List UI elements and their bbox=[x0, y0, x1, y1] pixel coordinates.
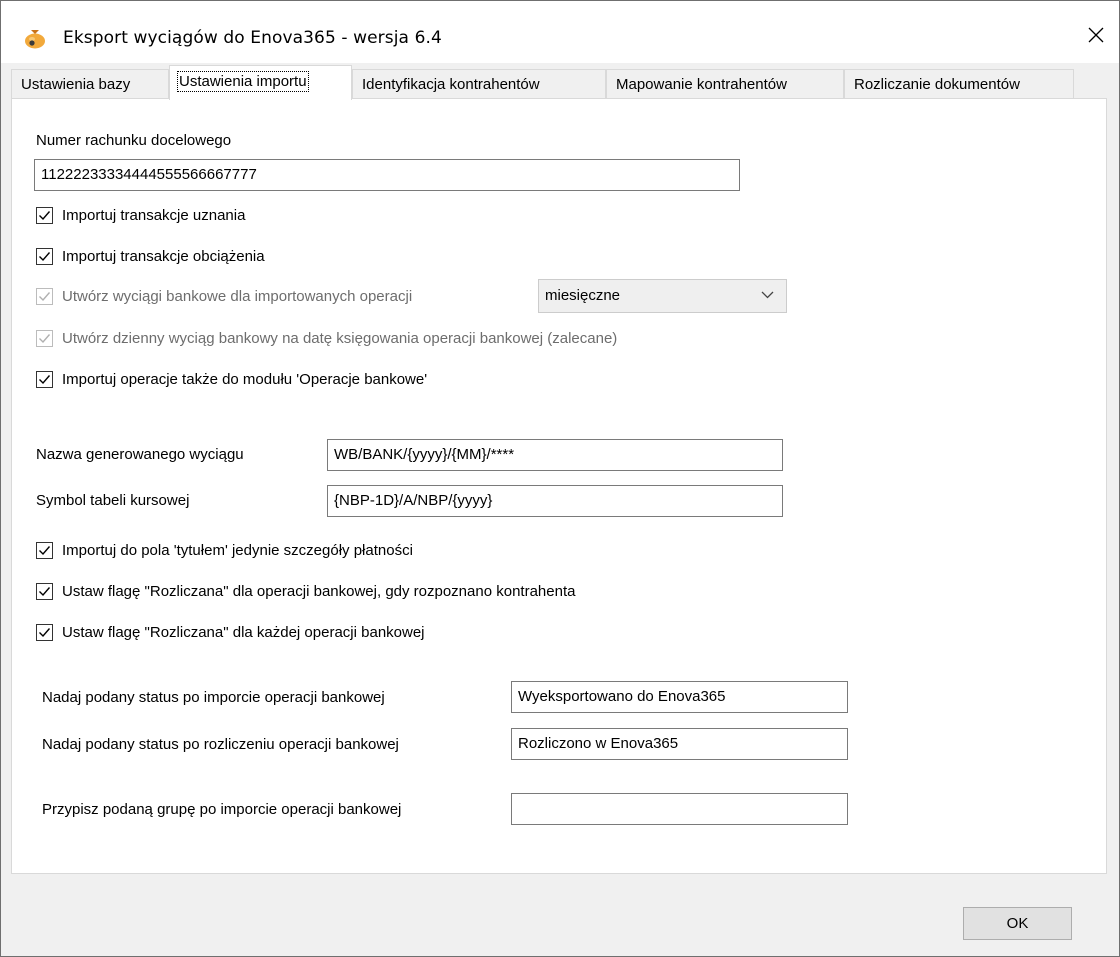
checkbox-label: Importuj transakcje uznania bbox=[62, 207, 246, 224]
rate-table-input[interactable]: {NBP-1D}/A/NBP/{yyyy} bbox=[327, 485, 783, 517]
checkmark-icon bbox=[39, 628, 51, 638]
checkbox-label: Ustaw flagę "Rozliczana" dla każdej oper… bbox=[62, 624, 425, 641]
checkbox-import-debit[interactable]: Importuj transakcje obciążenia bbox=[36, 248, 265, 265]
checkbox-box bbox=[36, 542, 53, 559]
checkbox-import-bank-operations[interactable]: Importuj operacje także do modułu 'Opera… bbox=[36, 371, 427, 388]
checkbox-label: Utwórz dzienny wyciąg bankowy na datę ks… bbox=[62, 330, 618, 347]
tab-label: Mapowanie kontrahentów bbox=[616, 76, 787, 93]
dialog-footer: OK bbox=[1, 874, 1119, 956]
checkbox-label: Utwórz wyciągi bankowe dla importowanych… bbox=[62, 288, 413, 305]
rate-table-label: Symbol tabeli kursowej bbox=[36, 492, 190, 509]
status-after-import-input[interactable]: Wyeksportowano do Enova365 bbox=[511, 681, 848, 713]
checkbox-box bbox=[36, 248, 53, 265]
checkbox-box bbox=[36, 288, 53, 305]
settings-panel: Numer rachunku docelowego 11222233334444… bbox=[11, 98, 1107, 874]
tab-identyfikacja-kontrahentow[interactable]: Identyfikacja kontrahentów bbox=[352, 69, 606, 99]
checkbox-box bbox=[36, 583, 53, 600]
checkbox-import-credit[interactable]: Importuj transakcje uznania bbox=[36, 207, 245, 224]
tab-label: Rozliczanie dokumentów bbox=[854, 76, 1020, 93]
close-button[interactable] bbox=[1073, 15, 1119, 55]
checkbox-settled-every-operation[interactable]: Ustaw flagę "Rozliczana" dla każdej oper… bbox=[36, 624, 425, 641]
checkbox-create-statements[interactable]: Utwórz wyciągi bankowe dla importowanych… bbox=[36, 288, 412, 305]
tab-rozliczanie-dokumentow[interactable]: Rozliczanie dokumentów bbox=[844, 69, 1074, 99]
account-number-input[interactable]: 11222233334444555566667777 bbox=[34, 159, 740, 191]
checkmark-icon bbox=[39, 587, 51, 597]
tab-label: Identyfikacja kontrahentów bbox=[362, 76, 540, 93]
status-after-import-label: Nadaj podany status po imporcie operacji… bbox=[42, 689, 385, 706]
dialog-window: Eksport wyciągów do Enova365 - wersja 6.… bbox=[0, 0, 1120, 957]
checkbox-label: Importuj do pola 'tytułem' jedynie szcze… bbox=[62, 542, 413, 559]
close-icon bbox=[1088, 27, 1104, 43]
checkbox-box bbox=[36, 371, 53, 388]
checkbox-settled-when-recognized[interactable]: Ustaw flagę "Rozliczana" dla operacji ba… bbox=[36, 583, 575, 600]
checkmark-icon bbox=[39, 292, 51, 302]
statement-name-label: Nazwa generowanego wyciągu bbox=[36, 446, 244, 463]
period-select-value: miesięczne bbox=[545, 287, 621, 304]
status-after-settle-label: Nadaj podany status po rozliczeniu opera… bbox=[42, 736, 399, 753]
checkbox-daily-statement[interactable]: Utwórz dzienny wyciąg bankowy na datę ks… bbox=[36, 330, 617, 347]
tab-label: Ustawienia bazy bbox=[21, 76, 131, 93]
checkmark-icon bbox=[39, 546, 51, 556]
period-select[interactable]: miesięczne bbox=[538, 279, 787, 313]
checkbox-box bbox=[36, 624, 53, 641]
window-title: Eksport wyciągów do Enova365 - wersja 6.… bbox=[63, 28, 442, 48]
account-number-label: Numer rachunku docelowego bbox=[36, 132, 232, 149]
statement-name-input[interactable]: WB/BANK/{yyyy}/{MM}/**** bbox=[327, 439, 783, 471]
checkbox-box bbox=[36, 207, 53, 224]
tab-label: Ustawienia importu bbox=[177, 71, 309, 92]
tab-mapowanie-kontrahentow[interactable]: Mapowanie kontrahentów bbox=[606, 69, 844, 99]
checkbox-label: Importuj operacje także do modułu 'Opera… bbox=[62, 371, 428, 388]
checkbox-label: Importuj transakcje obciążenia bbox=[62, 248, 265, 265]
group-after-import-input[interactable] bbox=[511, 793, 848, 825]
checkbox-box bbox=[36, 330, 53, 347]
checkmark-icon bbox=[39, 252, 51, 262]
tab-ustawienia-bazy[interactable]: Ustawienia bazy bbox=[11, 69, 169, 99]
group-after-import-label: Przypisz podaną grupę po imporcie operac… bbox=[42, 801, 402, 818]
checkbox-title-details-only[interactable]: Importuj do pola 'tytułem' jedynie szcze… bbox=[36, 542, 413, 559]
ok-button[interactable]: OK bbox=[963, 907, 1072, 940]
money-bag-icon bbox=[23, 27, 47, 49]
status-after-settle-input[interactable]: Rozliczono w Enova365 bbox=[511, 728, 848, 760]
chevron-down-icon bbox=[761, 291, 774, 299]
checkmark-icon bbox=[39, 334, 51, 344]
tab-strip: Ustawienia bazy Ustawienia importu Ident… bbox=[1, 63, 1119, 100]
title-bar: Eksport wyciągów do Enova365 - wersja 6.… bbox=[1, 1, 1119, 63]
checkmark-icon bbox=[39, 211, 51, 221]
tab-ustawienia-importu[interactable]: Ustawienia importu bbox=[169, 65, 352, 100]
checkbox-label: Ustaw flagę "Rozliczana" dla operacji ba… bbox=[62, 583, 576, 600]
checkmark-icon bbox=[39, 375, 51, 385]
